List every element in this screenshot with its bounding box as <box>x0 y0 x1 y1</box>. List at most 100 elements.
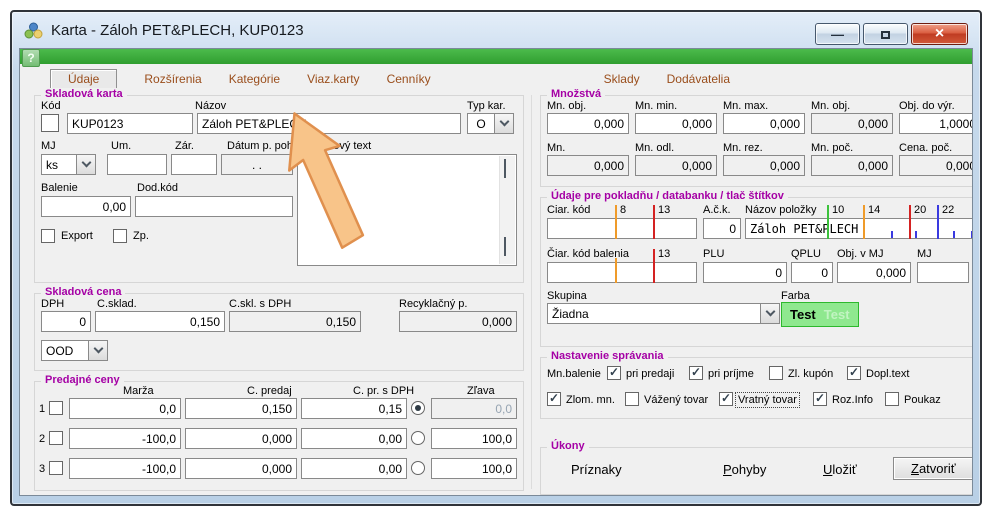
dodkod-input[interactable] <box>135 196 293 217</box>
mj-dropdown-button[interactable] <box>76 154 96 175</box>
mj-input[interactable] <box>41 154 77 175</box>
zlom-mn-checkbox[interactable] <box>547 392 561 406</box>
ack-input[interactable] <box>703 218 741 239</box>
ood-input[interactable] <box>41 340 89 361</box>
typ-kar-input[interactable] <box>467 113 495 134</box>
group-predajne-ceny: Predajné ceny Marža C. predaj C. pr. s D… <box>34 381 524 491</box>
export-checkbox[interactable] <box>41 229 55 243</box>
group-nastavenie: Nastavenie správania Mn.balenie pri pred… <box>540 357 973 419</box>
maximize-button[interactable] <box>863 23 908 45</box>
plu-input[interactable] <box>703 262 787 283</box>
tab-rozsirenia[interactable]: Rozšírenia <box>144 72 201 86</box>
marza-input[interactable] <box>69 398 181 419</box>
qty-input[interactable] <box>899 113 973 134</box>
um-input[interactable] <box>107 154 167 175</box>
predaj-input[interactable] <box>185 458 297 479</box>
um-label: Um. <box>111 140 131 152</box>
price-row-checkbox[interactable] <box>49 401 63 415</box>
name-marker-number: 14 <box>868 204 880 216</box>
help-button[interactable]: ? <box>22 49 40 67</box>
datum-input[interactable] <box>221 154 293 175</box>
qplu-label: QPLU <box>791 248 821 260</box>
zp-checkbox[interactable] <box>113 229 127 243</box>
zlava-input[interactable] <box>431 458 517 479</box>
objvmj-input[interactable] <box>837 262 911 283</box>
dopl-text-checkbox[interactable] <box>847 366 861 380</box>
marza-input[interactable] <box>69 458 181 479</box>
predaj-input[interactable] <box>185 428 297 449</box>
close-button[interactable]: × <box>911 23 968 45</box>
tab-sklady[interactable]: Sklady <box>604 72 640 86</box>
poukaz-checkbox[interactable] <box>885 392 899 406</box>
ulozit-button[interactable]: Uložiť <box>823 462 857 477</box>
dph-input[interactable] <box>41 311 91 332</box>
qty-input[interactable] <box>635 155 717 176</box>
zar-input[interactable] <box>171 154 217 175</box>
pri-predaji-checkbox[interactable] <box>607 366 621 380</box>
price-row-checkbox[interactable] <box>49 461 63 475</box>
priznaky-button[interactable]: Príznaky <box>571 462 622 477</box>
scroll-up-icon[interactable] <box>504 159 506 178</box>
qty-input[interactable] <box>811 155 893 176</box>
zlava-input[interactable] <box>431 428 517 449</box>
qplu-input[interactable] <box>791 262 833 283</box>
vazeny-tovar-checkbox[interactable] <box>625 392 639 406</box>
predaj-dph-input[interactable] <box>301 398 407 419</box>
skupina-dropdown-button[interactable] <box>760 303 780 324</box>
poukaz-label: Poukaz <box>902 393 943 407</box>
qty-input[interactable] <box>811 113 893 134</box>
price-row-radio[interactable] <box>411 461 425 475</box>
name-marker-line <box>909 205 911 239</box>
typ-kar-dropdown-button[interactable] <box>494 113 514 134</box>
vratny-tovar-checkbox[interactable] <box>719 392 733 406</box>
cskldph-input[interactable] <box>229 311 361 332</box>
price-row-checkbox[interactable] <box>49 431 63 445</box>
qty-label: Obj. do výr. <box>899 100 955 112</box>
mj2-input[interactable] <box>917 262 969 283</box>
zl-kupon-checkbox[interactable] <box>769 366 783 380</box>
nazov-input[interactable] <box>197 113 461 134</box>
predaj-dph-input[interactable] <box>301 428 407 449</box>
price-row-radio[interactable] <box>411 401 425 415</box>
balenia-input[interactable] <box>547 262 697 283</box>
ciarkod-input[interactable] <box>547 218 697 239</box>
tab-kategorie[interactable]: Kategórie <box>229 72 280 86</box>
price-row-radio[interactable] <box>411 431 425 445</box>
status-strip <box>20 49 972 64</box>
tab-udaje[interactable]: Údaje <box>50 69 117 89</box>
skupina-input[interactable] <box>547 303 761 324</box>
roz-info-checkbox[interactable] <box>813 392 827 406</box>
pohyby-button[interactable]: Pohyby <box>723 462 766 477</box>
name-marker-number: 10 <box>832 204 844 216</box>
balenie-input[interactable] <box>41 196 131 217</box>
textarea-scrollbar[interactable] <box>499 156 515 264</box>
zlava-input[interactable] <box>431 398 517 419</box>
zatvorit-button[interactable]: Zatvoriť <box>893 457 973 480</box>
scroll-down-icon[interactable] <box>504 237 506 256</box>
qty-input[interactable] <box>899 155 973 176</box>
kod-input[interactable] <box>67 113 193 134</box>
row-number: 1 <box>39 403 45 415</box>
ood-dropdown-button[interactable] <box>88 340 108 361</box>
farba-text-light: Test <box>824 307 850 322</box>
qty-input[interactable] <box>547 155 629 176</box>
qty-input[interactable] <box>547 113 629 134</box>
doplnkovy-textarea[interactable] <box>297 154 517 266</box>
qty-input[interactable] <box>723 113 805 134</box>
predaj-dph-input[interactable] <box>301 458 407 479</box>
kod-checkbox[interactable] <box>41 114 59 132</box>
name-tick <box>953 231 955 238</box>
recykl-input[interactable] <box>399 311 517 332</box>
typ-kar-label: Typ kar. <box>467 100 506 112</box>
predaj-input[interactable] <box>185 398 297 419</box>
marza-input[interactable] <box>69 428 181 449</box>
tab-viazkarty[interactable]: Viaz.karty <box>307 72 359 86</box>
tab-cenniky[interactable]: Cenníky <box>387 72 431 86</box>
tab-dodavatelia[interactable]: Dodávatelia <box>667 72 730 86</box>
csklad-input[interactable] <box>95 311 225 332</box>
minimize-button[interactable]: — <box>815 23 860 45</box>
farba-button[interactable]: Test Test <box>781 302 859 327</box>
qty-input[interactable] <box>635 113 717 134</box>
qty-input[interactable] <box>723 155 805 176</box>
pri-prijme-checkbox[interactable] <box>689 366 703 380</box>
